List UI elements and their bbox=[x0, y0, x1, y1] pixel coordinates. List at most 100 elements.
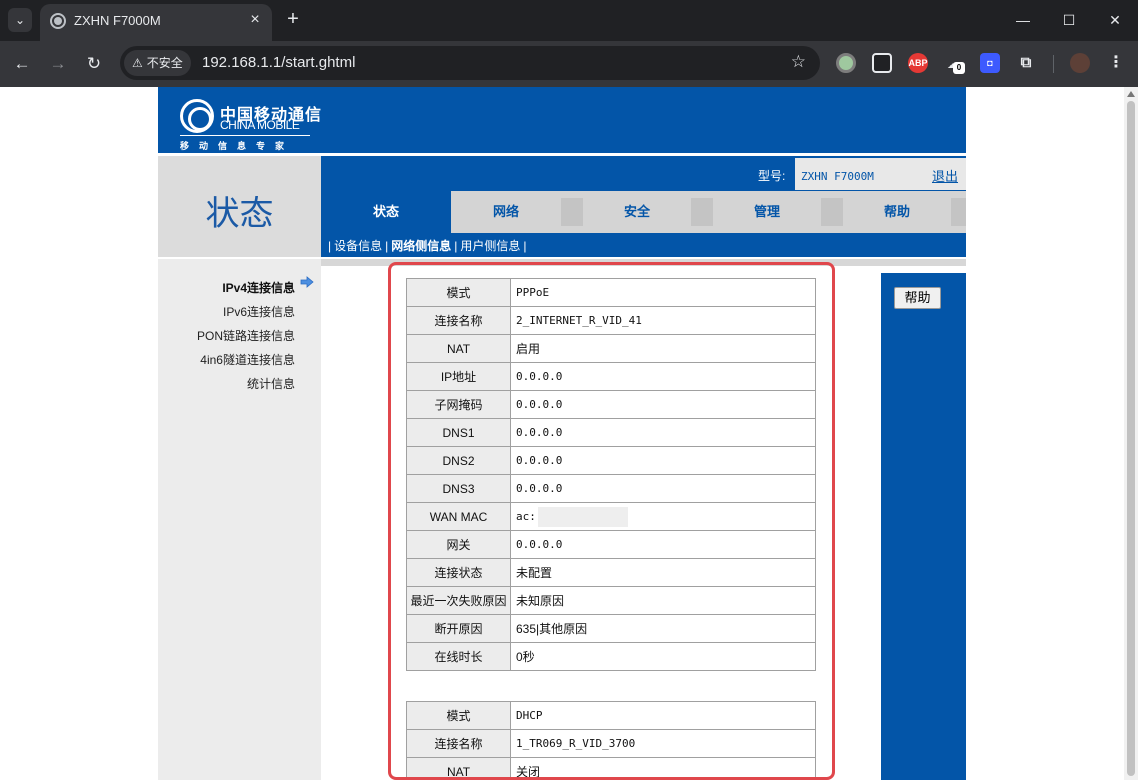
table-row: DNS3 0.0.0.0 bbox=[406, 474, 816, 503]
field-value: 1_TR069_R_VID_3700 bbox=[510, 729, 816, 758]
tab-help[interactable]: 帮助 bbox=[843, 191, 951, 233]
table-row: 最近一次失败原因 未知原因 bbox=[406, 586, 816, 615]
field-label: DNS2 bbox=[406, 446, 511, 475]
field-value: DHCP bbox=[510, 701, 816, 730]
redacted-mac bbox=[537, 506, 628, 527]
back-icon[interactable]: ← bbox=[9, 51, 35, 77]
window-close-icon[interactable]: ✕ bbox=[1100, 6, 1130, 34]
table-row: IP地址 0.0.0.0 bbox=[406, 362, 816, 391]
arrow-right-icon bbox=[300, 276, 314, 288]
tab-title: ZXHN F7000M bbox=[74, 13, 161, 28]
profile-avatar[interactable] bbox=[1070, 53, 1090, 73]
warning-icon: ⚠ bbox=[132, 56, 143, 70]
maximize-icon[interactable]: ☐ bbox=[1054, 6, 1084, 34]
tab-search-icon[interactable]: ⌄ bbox=[8, 8, 32, 32]
table-row: DNS2 0.0.0.0 bbox=[406, 446, 816, 475]
puzzle-icon[interactable]: ⧉ bbox=[1016, 53, 1036, 73]
adblock-icon[interactable]: ABP bbox=[908, 53, 928, 73]
field-value: PPPoE bbox=[510, 278, 816, 307]
table-row: NAT 启用 bbox=[406, 334, 816, 363]
router-page: 中国移动通信 CHINA MOBILE 移动信息专家 状态 型号: ZXHN F… bbox=[0, 87, 1124, 780]
field-label: IP地址 bbox=[406, 362, 511, 391]
sidebar-item-ipv4[interactable]: IPv4连接信息 bbox=[222, 279, 295, 296]
table-row: 模式 DHCP bbox=[406, 701, 816, 730]
table-row: 模式 PPPoE bbox=[406, 278, 816, 307]
sub-tabs: | 设备信息 | 网络侧信息 | 用户侧信息 | bbox=[328, 239, 527, 253]
field-value: 0秒 bbox=[510, 642, 816, 671]
china-mobile-logo-icon bbox=[180, 99, 214, 133]
logout-link[interactable]: 退出 bbox=[932, 166, 958, 185]
subtab-user-info[interactable]: 用户侧信息 bbox=[460, 239, 520, 253]
model-value: ZXHN F7000M bbox=[801, 170, 874, 183]
field-label: DNS1 bbox=[406, 418, 511, 447]
subtab-device-info[interactable]: 设备信息 bbox=[334, 239, 382, 253]
content-area: 模式 PPPoE 连接名称 2_INTERNET_R_VID_41 NAT 启用 IP地址 0… bbox=[323, 267, 874, 780]
cloud-extension-icon[interactable]: ☁0 bbox=[944, 53, 965, 74]
browser-tab[interactable]: ZXHN F7000M × bbox=[40, 4, 272, 41]
scroll-up-icon[interactable] bbox=[1127, 91, 1135, 97]
field-value: 0.0.0.0 bbox=[510, 362, 816, 391]
security-chip[interactable]: ⚠ 不安全 bbox=[124, 50, 191, 76]
sidebar-item-4in6[interactable]: 4in6隧道连接信息 bbox=[200, 351, 295, 368]
sidebar-item-stats[interactable]: 统计信息 bbox=[247, 375, 295, 392]
field-label: WAN MAC bbox=[406, 502, 511, 531]
field-label: NAT bbox=[406, 757, 511, 780]
subtab-network-info[interactable]: 网络侧信息 bbox=[391, 239, 451, 253]
field-label: 在线时长 bbox=[406, 642, 511, 671]
forward-icon[interactable]: → bbox=[45, 51, 71, 77]
url-text[interactable]: 192.168.1.1/start.ghtml bbox=[202, 54, 355, 71]
brand-header: 中国移动通信 CHINA MOBILE 移动信息专家 bbox=[158, 87, 966, 153]
section-title: 状态 bbox=[205, 194, 274, 234]
address-bar[interactable]: ⚠ 不安全 192.168.1.1/start.ghtml ☆ bbox=[120, 46, 820, 80]
browser-toolbar: ← → ↻ ⚠ 不安全 192.168.1.1/start.ghtml ☆ ABP… bbox=[0, 41, 1138, 87]
field-value: 0.0.0.0 bbox=[510, 390, 816, 419]
globe-icon bbox=[50, 13, 66, 29]
logo-slogan: 移动信息专家 bbox=[180, 141, 295, 151]
tab-management[interactable]: 管理 bbox=[713, 191, 821, 233]
field-label: 连接名称 bbox=[406, 729, 511, 758]
shield-extension-icon[interactable]: ◘ bbox=[980, 53, 1000, 73]
table-row: 连接状态 未配置 bbox=[406, 558, 816, 587]
field-label: NAT bbox=[406, 334, 511, 363]
ipv4-connection-table-2: 模式 DHCP 连接名称 1_TR069_R_VID_3700 NAT 关闭 bbox=[406, 701, 816, 780]
field-value: 启用 bbox=[510, 334, 816, 363]
table-row: 连接名称 1_TR069_R_VID_3700 bbox=[406, 729, 816, 758]
field-label: 连接名称 bbox=[406, 306, 511, 335]
page-scrollbar[interactable] bbox=[1124, 87, 1138, 780]
minimize-icon[interactable]: — bbox=[1008, 6, 1038, 34]
model-label: 型号: bbox=[758, 169, 786, 183]
table-row: 在线时长 0秒 bbox=[406, 642, 816, 671]
sidebar-item-ipv6[interactable]: IPv6连接信息 bbox=[223, 303, 295, 320]
table-row: 连接名称 2_INTERNET_R_VID_41 bbox=[406, 306, 816, 335]
field-value: 未知原因 bbox=[510, 586, 816, 615]
tab-status[interactable]: 状态 bbox=[321, 191, 451, 233]
close-tab-icon[interactable]: × bbox=[246, 11, 264, 29]
scroll-thumb[interactable] bbox=[1127, 101, 1135, 776]
field-label: 网关 bbox=[406, 530, 511, 559]
field-value: ac: bbox=[510, 502, 816, 531]
help-button[interactable]: 帮助 bbox=[894, 287, 941, 309]
logo-en-text: CHINA MOBILE bbox=[220, 118, 300, 132]
table-row: 子网掩码 0.0.0.0 bbox=[406, 390, 816, 419]
field-label: DNS3 bbox=[406, 474, 511, 503]
tab-network[interactable]: 网络 bbox=[451, 191, 561, 233]
field-value: 0.0.0.0 bbox=[510, 474, 816, 503]
new-tab-icon[interactable]: + bbox=[282, 8, 304, 30]
table-row: NAT 关闭 bbox=[406, 757, 816, 780]
field-label: 断开原因 bbox=[406, 614, 511, 643]
extension-mask-icon[interactable] bbox=[872, 53, 892, 73]
field-value: 2_INTERNET_R_VID_41 bbox=[510, 306, 816, 335]
kebab-menu-icon[interactable]: ⋮ bbox=[1106, 53, 1126, 73]
field-label: 模式 bbox=[406, 278, 511, 307]
tab-security[interactable]: 安全 bbox=[583, 191, 691, 233]
table-row: DNS1 0.0.0.0 bbox=[406, 418, 816, 447]
sidebar-item-pon[interactable]: PON链路连接信息 bbox=[197, 327, 295, 344]
main-tabs: 网络 安全 管理 帮助 bbox=[451, 191, 966, 233]
reload-icon[interactable]: ↻ bbox=[81, 51, 107, 77]
extension-circle-icon[interactable] bbox=[836, 53, 856, 73]
section-title-box: 状态 bbox=[158, 156, 321, 257]
browser-tab-bar: ⌄ ZXHN F7000M × + — ☐ ✕ bbox=[0, 0, 1138, 41]
bookmark-star-icon[interactable]: ☆ bbox=[791, 52, 806, 72]
field-value: 关闭 bbox=[510, 757, 816, 780]
field-value: 0.0.0.0 bbox=[510, 446, 816, 475]
